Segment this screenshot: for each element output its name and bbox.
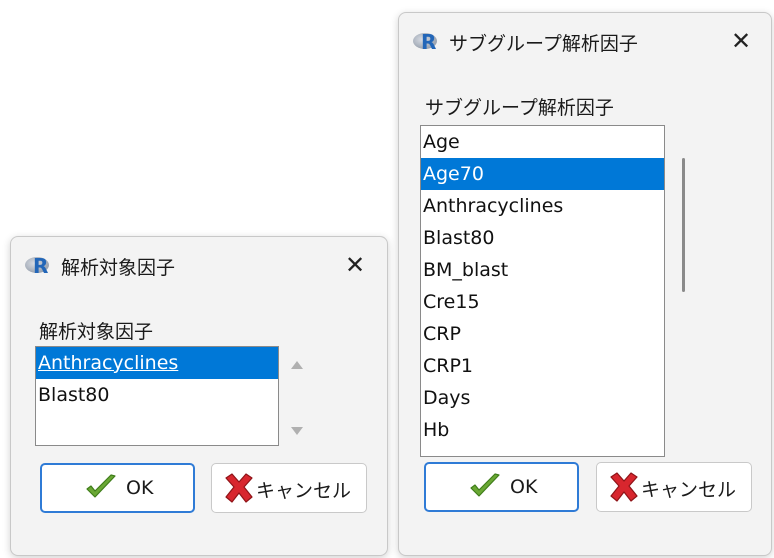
ok-label: OK (126, 477, 154, 499)
ok-label: OK (510, 476, 538, 498)
list-label: 解析対象因子 (39, 321, 154, 343)
list-label: サブグループ解析因子 (425, 97, 614, 119)
list-item[interactable]: Anthracyclines (421, 190, 664, 222)
cancel-label: キャンセル (256, 480, 352, 502)
x-mark-icon (610, 472, 638, 502)
checkmark-icon (86, 474, 116, 498)
list-item[interactable]: Age (421, 126, 664, 158)
cancel-button[interactable]: キャンセル (211, 463, 367, 513)
x-mark-icon (225, 473, 253, 503)
r-logo-icon: R (413, 31, 439, 53)
scroll-up-arrow-icon[interactable] (291, 361, 303, 369)
list-item[interactable]: Blast80 (421, 222, 664, 254)
title-bar[interactable]: R サブグループ解析因子 ✕ (399, 13, 771, 73)
list-item-selected[interactable]: Age70 (421, 158, 664, 190)
scrollbar-thumb[interactable] (682, 158, 685, 292)
dialog-title: 解析対象因子 (61, 257, 176, 279)
list-item[interactable]: Blast80 (36, 379, 278, 411)
dialog-subgroup-factor: R サブグループ解析因子 ✕ サブグループ解析因子 Age Age70 Anth… (398, 12, 772, 556)
close-icon[interactable]: ✕ (729, 29, 753, 53)
checkmark-icon (470, 473, 500, 497)
r-logo-icon: R (25, 255, 51, 277)
list-item[interactable]: CRP1 (421, 350, 664, 382)
cancel-label: キャンセル (641, 479, 737, 501)
list-item[interactable]: Cre15 (421, 286, 664, 318)
ok-button[interactable]: OK (40, 463, 195, 513)
list-item-selected[interactable]: Anthracyclines (36, 347, 278, 379)
title-bar[interactable]: R 解析対象因子 ✕ (11, 237, 387, 297)
dialog-title: サブグループ解析因子 (449, 33, 638, 55)
factor-listbox[interactable]: Anthracyclines Blast80 (35, 346, 279, 446)
cancel-button[interactable]: キャンセル (596, 462, 752, 512)
list-item[interactable]: CRP (421, 318, 664, 350)
list-item[interactable]: Hb (421, 414, 664, 446)
factor-listbox[interactable]: Age Age70 Anthracyclines Blast80 BM_blas… (420, 125, 665, 457)
ok-button[interactable]: OK (424, 462, 579, 512)
dialog-analysis-target: R 解析対象因子 ✕ 解析対象因子 Anthracyclines Blast80… (10, 236, 388, 556)
close-icon[interactable]: ✕ (343, 253, 367, 277)
list-item[interactable]: Days (421, 382, 664, 414)
list-item[interactable]: BM_blast (421, 254, 664, 286)
scroll-down-arrow-icon[interactable] (291, 427, 303, 435)
